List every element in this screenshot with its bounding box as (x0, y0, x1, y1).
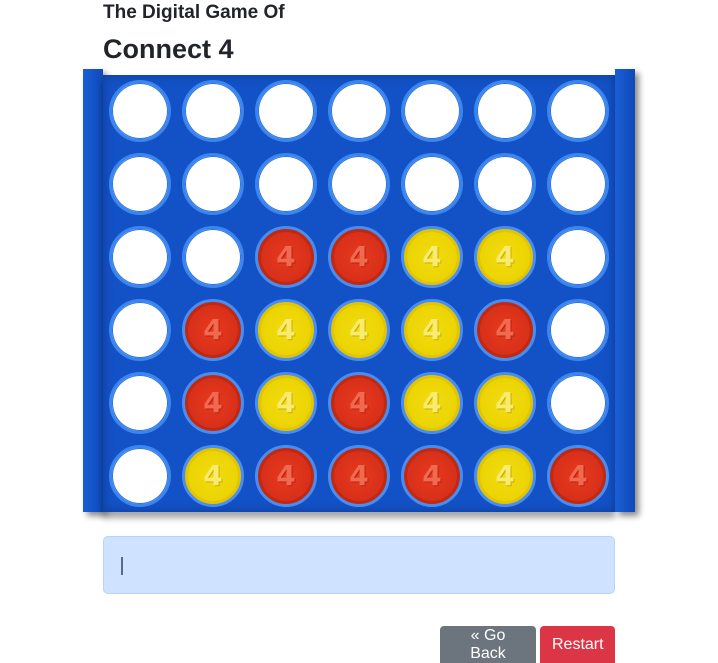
empty-slot[interactable]: 4 (328, 80, 390, 142)
board-right-post (615, 69, 635, 512)
yellow-piece[interactable]: 4 (474, 445, 536, 507)
piece-label: 4 (349, 240, 369, 273)
piece-label: 4 (422, 386, 442, 419)
go-back-button[interactable]: « Go Back (440, 626, 536, 663)
empty-slot[interactable]: 4 (547, 299, 609, 361)
red-piece[interactable]: 4 (328, 445, 390, 507)
page-title: Connect 4 (103, 34, 234, 64)
piece-label: 4 (495, 240, 515, 273)
game-board[interactable]: 4444444444444444444444444444444444444444… (103, 75, 615, 512)
piece-label: 4 (276, 240, 296, 273)
empty-slot[interactable]: 4 (255, 80, 317, 142)
piece-label: 4 (495, 313, 515, 346)
game-board-frame: 4444444444444444444444444444444444444444… (83, 69, 635, 512)
board-left-post (83, 69, 103, 512)
red-piece[interactable]: 4 (474, 299, 536, 361)
text-cursor (121, 557, 123, 576)
restart-button[interactable]: Restart (540, 626, 615, 663)
empty-slot[interactable]: 4 (109, 226, 171, 288)
empty-slot[interactable]: 4 (547, 80, 609, 142)
empty-slot[interactable]: 4 (328, 153, 390, 215)
red-piece[interactable]: 4 (182, 299, 244, 361)
empty-slot[interactable]: 4 (474, 80, 536, 142)
empty-slot[interactable]: 4 (109, 299, 171, 361)
empty-slot[interactable]: 4 (547, 372, 609, 434)
piece-label: 4 (349, 386, 369, 419)
yellow-piece[interactable]: 4 (401, 299, 463, 361)
red-piece[interactable]: 4 (328, 226, 390, 288)
empty-slot[interactable]: 4 (547, 153, 609, 215)
empty-slot[interactable]: 4 (182, 153, 244, 215)
status-message-box (103, 536, 615, 594)
empty-slot[interactable]: 4 (109, 153, 171, 215)
empty-slot[interactable]: 4 (109, 372, 171, 434)
piece-label: 4 (568, 459, 588, 492)
piece-label: 4 (422, 240, 442, 273)
empty-slot[interactable]: 4 (474, 153, 536, 215)
red-piece[interactable]: 4 (255, 226, 317, 288)
yellow-piece[interactable]: 4 (182, 445, 244, 507)
empty-slot[interactable]: 4 (182, 80, 244, 142)
piece-label: 4 (495, 386, 515, 419)
red-piece[interactable]: 4 (328, 372, 390, 434)
empty-slot[interactable]: 4 (182, 226, 244, 288)
red-piece[interactable]: 4 (547, 445, 609, 507)
yellow-piece[interactable]: 4 (255, 372, 317, 434)
yellow-piece[interactable]: 4 (474, 372, 536, 434)
yellow-piece[interactable]: 4 (474, 226, 536, 288)
empty-slot[interactable]: 4 (109, 80, 171, 142)
red-piece[interactable]: 4 (401, 445, 463, 507)
red-piece[interactable]: 4 (255, 445, 317, 507)
piece-label: 4 (203, 313, 223, 346)
empty-slot[interactable]: 4 (401, 153, 463, 215)
piece-label: 4 (349, 459, 369, 492)
game-subtitle: The Digital Game Of (103, 2, 285, 23)
piece-label: 4 (276, 313, 296, 346)
piece-label: 4 (276, 459, 296, 492)
yellow-piece[interactable]: 4 (328, 299, 390, 361)
yellow-piece[interactable]: 4 (401, 226, 463, 288)
empty-slot[interactable]: 4 (255, 153, 317, 215)
piece-label: 4 (203, 459, 223, 492)
piece-label: 4 (495, 459, 515, 492)
piece-label: 4 (203, 386, 223, 419)
piece-label: 4 (276, 386, 296, 419)
yellow-piece[interactable]: 4 (401, 372, 463, 434)
empty-slot[interactable]: 4 (547, 226, 609, 288)
piece-label: 4 (422, 459, 442, 492)
piece-label: 4 (349, 313, 369, 346)
empty-slot[interactable]: 4 (109, 445, 171, 507)
empty-slot[interactable]: 4 (401, 80, 463, 142)
red-piece[interactable]: 4 (182, 372, 244, 434)
yellow-piece[interactable]: 4 (255, 299, 317, 361)
piece-label: 4 (422, 313, 442, 346)
